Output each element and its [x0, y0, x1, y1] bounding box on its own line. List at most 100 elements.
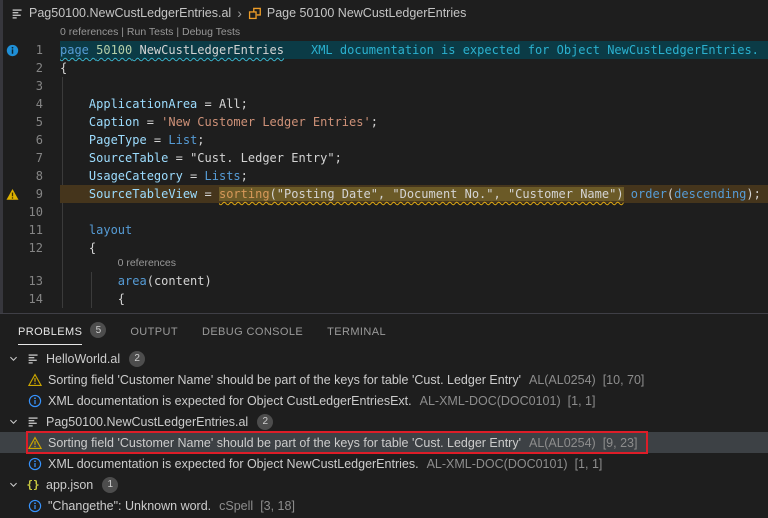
code-line-content[interactable]: layout [60, 221, 768, 239]
editor-gutter[interactable]: 11 [3, 221, 60, 239]
editor-gutter[interactable]: 6 [3, 131, 60, 149]
code-line: 10 [3, 203, 768, 221]
indent-guide [62, 290, 63, 308]
code-token: ("Posting Date", "Document No.", "Custom… [269, 187, 624, 201]
code-line-content[interactable]: page 50100 NewCustLedgerEntries XML docum… [60, 41, 768, 59]
code-line-content[interactable] [60, 203, 768, 221]
code-line: 14 { [3, 290, 768, 308]
code-token: NewCustLedgerEntries [139, 43, 284, 57]
code-line-content[interactable]: ApplicationArea = All; [60, 95, 768, 113]
line-number: 10 [28, 205, 43, 219]
problem-file-row[interactable]: Pag50100.NewCustLedgerEntries.al 2 [0, 411, 768, 432]
code-token: = [197, 97, 219, 111]
problem-position: [1, 1] [574, 456, 603, 471]
code-line-content[interactable]: SourceTableView = sorting("Posting Date"… [60, 185, 768, 203]
problem-message: Sorting field 'Customer Name' should be … [48, 435, 521, 450]
problem-message: XML documentation is expected for Object… [48, 393, 412, 408]
problem-file-row[interactable]: HelloWorld.al 2 [0, 348, 768, 369]
indent-guide [90, 272, 92, 290]
code-line-content[interactable]: area(content) [60, 272, 768, 290]
chevron-down-icon[interactable] [8, 479, 20, 490]
code-token: = [139, 115, 162, 129]
line-number: 5 [35, 115, 43, 129]
editor-gutter[interactable]: 9 [3, 185, 60, 203]
tab-output[interactable]: OUTPUT [130, 314, 178, 346]
editor-gutter[interactable]: 12 [3, 239, 60, 257]
code-token: ApplicationArea [88, 97, 198, 111]
code-token: Lists [204, 169, 241, 183]
editor-gutter[interactable] [3, 257, 60, 272]
editor-gutter[interactable]: 1 [3, 41, 60, 59]
tab-debug-console[interactable]: DEBUG CONSOLE [202, 314, 303, 346]
problem-message: XML documentation is expected for Object… [48, 456, 419, 471]
editor-gutter[interactable] [3, 26, 60, 41]
problems-count-badge: 5 [90, 322, 107, 338]
info-gutter-icon [3, 41, 24, 59]
code-token: { [60, 61, 68, 75]
line-number: 14 [28, 292, 43, 306]
breadcrumb-symbol[interactable]: Page 50100 NewCustLedgerEntries [267, 6, 466, 20]
editor-gutter[interactable]: 7 [3, 149, 60, 167]
codelens-text[interactable]: 0 references | Run Tests | Debug Tests [60, 26, 240, 38]
codelens-row: 0 references [3, 257, 768, 272]
problem-file-row[interactable]: {} app.json 1 [0, 474, 768, 495]
problem-source: AL(AL0254) [528, 372, 596, 387]
line-number: 8 [35, 169, 43, 183]
code-token: order [630, 187, 667, 201]
gutter-spacer [3, 239, 24, 257]
editor-gutter[interactable]: 3 [3, 77, 60, 95]
editor-gutter[interactable]: 8 [3, 167, 60, 185]
problem-row[interactable]: "Changethe": Unknown word. cSpell [3, 18] [0, 495, 768, 516]
problem-position: [1, 1] [567, 393, 596, 408]
line-number: 9 [35, 187, 43, 201]
gutter-spacer [3, 131, 24, 149]
code-line-content[interactable] [60, 77, 768, 95]
code-line-content[interactable]: UsageCategory = Lists; [60, 167, 768, 185]
info-icon [28, 394, 42, 408]
code-line-content[interactable]: { [60, 59, 768, 77]
code-token: sorting [218, 187, 270, 201]
code-token: ; [334, 151, 342, 165]
editor-gutter[interactable]: 14 [3, 290, 60, 308]
chevron-down-icon[interactable] [8, 416, 20, 427]
problem-position: [9, 23] [602, 435, 638, 450]
codelens-row: 0 references | Run Tests | Debug Tests [3, 26, 768, 41]
indent-guide [62, 167, 63, 185]
problem-row[interactable]: XML documentation is expected for Object… [0, 453, 768, 474]
code-token: ; [370, 115, 378, 129]
code-line-content[interactable]: Caption = 'New Customer Ledger Entries'; [60, 113, 768, 131]
gutter-spacer [3, 95, 24, 113]
warning-icon [28, 372, 42, 387]
tab-problems[interactable]: PROBLEMS 5 [18, 314, 107, 346]
code-line-content[interactable]: SourceTable = "Cust. Ledger Entry"; [60, 149, 768, 167]
problem-count-badge: 2 [257, 413, 274, 430]
chevron-down-icon[interactable] [8, 353, 20, 364]
editor-gutter[interactable]: 10 [3, 203, 60, 221]
warning-gutter-icon [3, 185, 24, 203]
codelens[interactable]: 0 references [60, 257, 768, 272]
editor-gutter[interactable]: 2 [3, 59, 60, 77]
code-line-content[interactable]: PageType = List; [60, 131, 768, 149]
panel-tab-label: DEBUG CONSOLE [201, 325, 304, 338]
indent-guide [62, 131, 63, 149]
codelens[interactable]: 0 references | Run Tests | Debug Tests [60, 26, 768, 41]
problem-row[interactable]: Sorting field 'Customer Name' should be … [0, 369, 768, 390]
panel-tab-bar: PROBLEMS 5 OUTPUT DEBUG CONSOLE TERMINAL [0, 314, 768, 346]
editor-gutter[interactable]: 4 [3, 95, 60, 113]
line-number: 2 [35, 61, 43, 75]
codelens-text[interactable]: 0 references [118, 257, 176, 269]
breadcrumb-file[interactable]: Pag50100.NewCustLedgerEntries.al [29, 6, 231, 20]
tab-terminal[interactable]: TERMINAL [327, 314, 386, 346]
code-line-content[interactable]: { [60, 290, 768, 308]
problem-row[interactable]: Sorting field 'Customer Name' should be … [0, 431, 768, 454]
problem-row[interactable]: XML documentation is expected for Object… [0, 390, 768, 411]
editor-gutter[interactable]: 5 [3, 113, 60, 131]
code-token: PageType [88, 133, 147, 147]
editor-gutter[interactable]: 13 [3, 272, 60, 290]
code-line-content[interactable]: { [60, 239, 768, 257]
code-line: 6 PageType = List; [3, 131, 768, 149]
file-name: HelloWorld.al [46, 351, 121, 366]
